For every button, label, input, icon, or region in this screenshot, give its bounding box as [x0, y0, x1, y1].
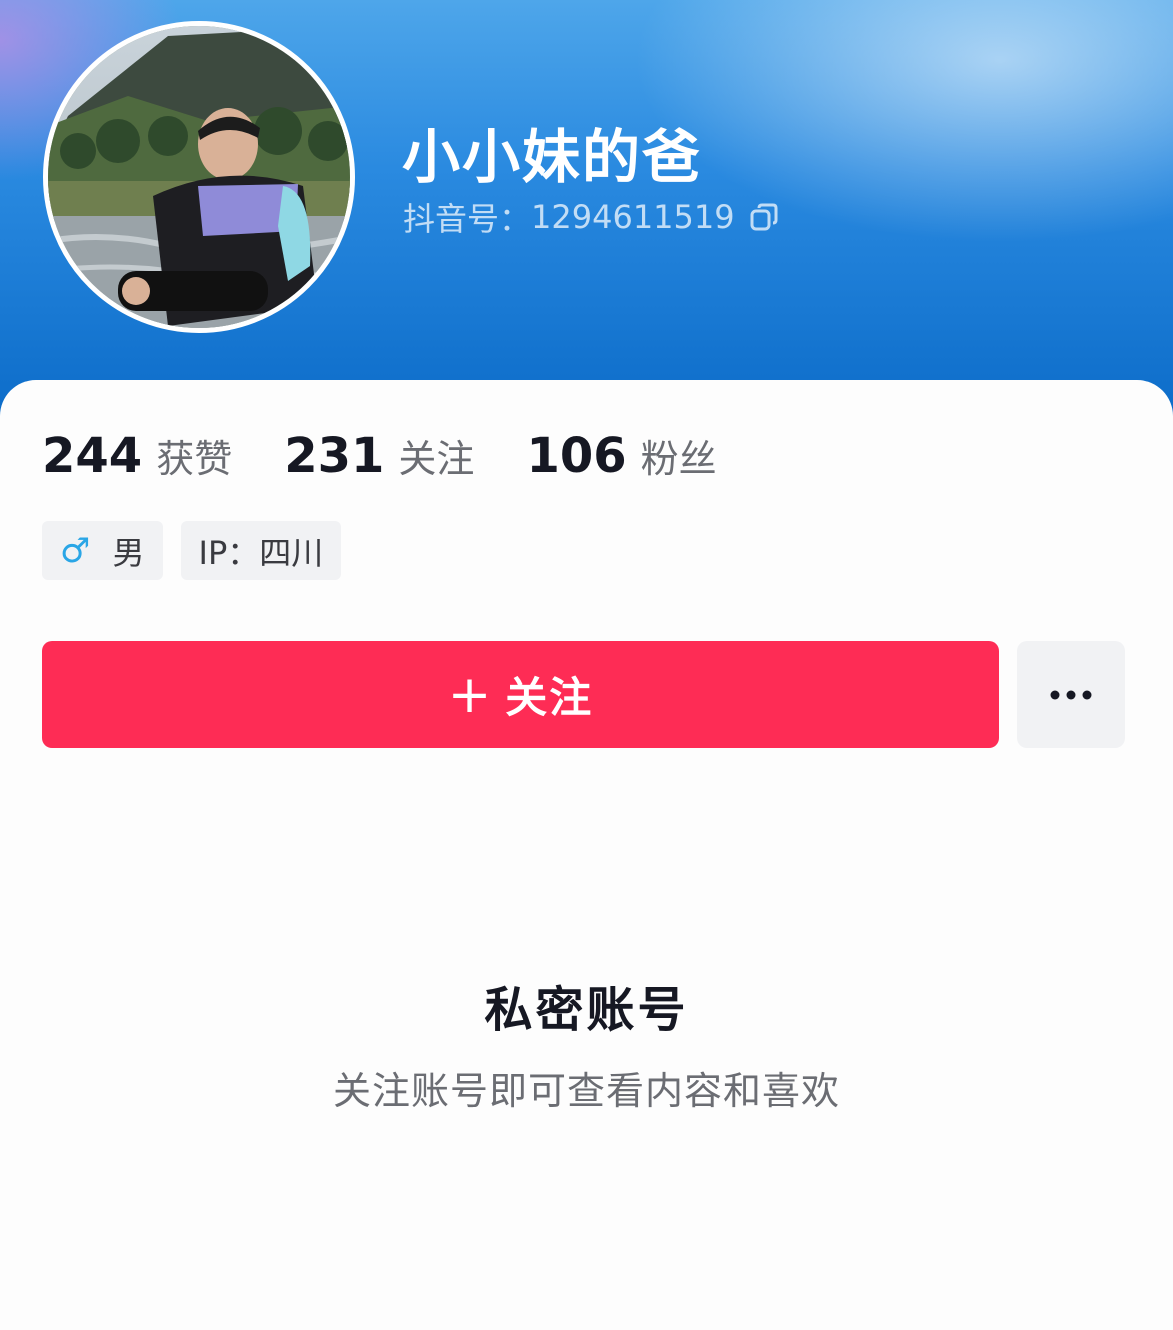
stat-likes[interactable]: 244 获赞: [42, 428, 232, 484]
private-account-title: 私密账号: [484, 982, 689, 1038]
more-dots-icon: [1050, 690, 1092, 699]
stat-likes-value: 244: [42, 428, 143, 484]
copy-icon[interactable]: [749, 202, 779, 232]
gender-tag: ♂ 男: [42, 521, 163, 580]
username: 小小妹的爸: [402, 123, 703, 191]
stat-followers[interactable]: 106 粉丝: [526, 428, 716, 484]
stat-following[interactable]: 231 关注: [284, 428, 474, 484]
stat-followers-value: 106: [526, 428, 627, 484]
profile-tags: ♂ 男 IP：四川: [42, 521, 359, 580]
stat-following-label: 关注: [398, 437, 475, 481]
follow-button-label: 关注: [505, 673, 594, 722]
plus-icon: +: [447, 664, 494, 725]
gender-label: 男: [112, 533, 145, 572]
stat-followers-label: 粉丝: [640, 437, 717, 481]
douyin-id[interactable]: 抖音号： 1294611519: [403, 196, 779, 238]
douyin-id-value: 1294611519: [531, 198, 735, 236]
private-account-description: 关注账号即可查看内容和喜欢: [332, 1069, 840, 1113]
ip-location-label: IP：四川: [198, 533, 324, 572]
stat-likes-label: 获赞: [156, 437, 233, 481]
follow-button[interactable]: + 关注: [42, 641, 999, 748]
stats-row: 244 获赞 231 关注 106 粉丝: [42, 428, 769, 488]
douyin-id-label: 抖音号：: [403, 200, 532, 238]
avatar-photo: [48, 26, 350, 328]
stat-following-value: 231: [284, 428, 385, 484]
avatar[interactable]: [43, 21, 355, 333]
more-options-button[interactable]: [1017, 641, 1125, 748]
ip-location-tag: IP：四川: [180, 521, 342, 580]
male-icon: ♂: [60, 530, 91, 571]
